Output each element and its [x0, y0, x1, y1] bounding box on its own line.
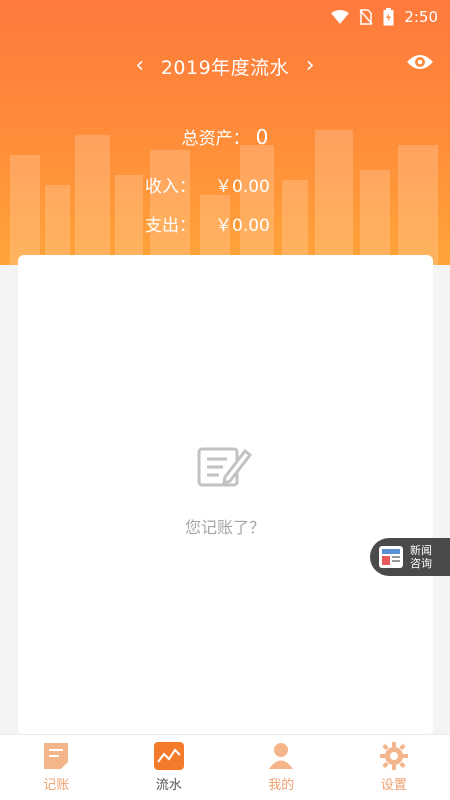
income-label: 收入：	[145, 177, 196, 197]
gear-icon	[379, 742, 408, 770]
empty-state-icon	[0, 445, 450, 493]
news-consult-button[interactable]: 新闻 咨询	[370, 538, 450, 576]
status-time: 2:50	[404, 8, 438, 26]
prev-year-button[interactable]: ‹	[125, 48, 155, 84]
battery-icon	[383, 8, 394, 26]
news-line2: 咨询	[410, 557, 432, 570]
header-banner: 2:50 ‹ 2019年度流水 › 总资产： 0 收入： ￥0.00 支出： ￥0…	[0, 0, 450, 265]
note-icon	[44, 743, 69, 769]
total-assets: 总资产： 0	[0, 124, 450, 149]
nav-label-mine: 我的	[268, 778, 295, 793]
empty-state-message: 您记账了？	[184, 518, 265, 537]
expense-label: 支出：	[145, 216, 196, 236]
nav-item-flow[interactable]: 流水	[124, 742, 214, 793]
nav-item-bookkeeping[interactable]: 记账	[11, 742, 101, 793]
no-sim-icon	[359, 9, 373, 25]
income-row: 收入： ￥0.00	[0, 172, 450, 197]
news-line1: 新闻	[410, 544, 432, 557]
year-selector: ‹ 2019年度流水 ›	[0, 48, 450, 84]
nav-label-bookkeeping: 记账	[43, 778, 70, 793]
income-value: ￥0.00	[215, 177, 270, 197]
nav-item-mine[interactable]: 我的	[236, 742, 326, 793]
chart-icon	[153, 742, 184, 770]
nav-label-flow: 流水	[155, 778, 182, 793]
status-bar: 2:50	[0, 0, 450, 34]
next-year-button[interactable]: ›	[295, 48, 325, 84]
expense-value: ￥0.00	[215, 216, 270, 236]
year-title: 2019年度流水	[160, 56, 290, 79]
expense-row: 支出： ￥0.00	[0, 211, 450, 236]
total-assets-label: 总资产：	[181, 129, 250, 149]
person-icon	[269, 743, 294, 769]
nav-item-settings[interactable]: 设置	[349, 742, 439, 793]
wifi-icon	[331, 10, 350, 24]
total-assets-value: 0	[255, 125, 269, 149]
eye-icon[interactable]	[406, 52, 434, 76]
nav-label-settings: 设置	[380, 778, 407, 793]
newspaper-icon	[379, 546, 403, 568]
bottom-nav: 记账 流水 我的 设置	[0, 734, 450, 800]
records-card	[18, 255, 433, 735]
